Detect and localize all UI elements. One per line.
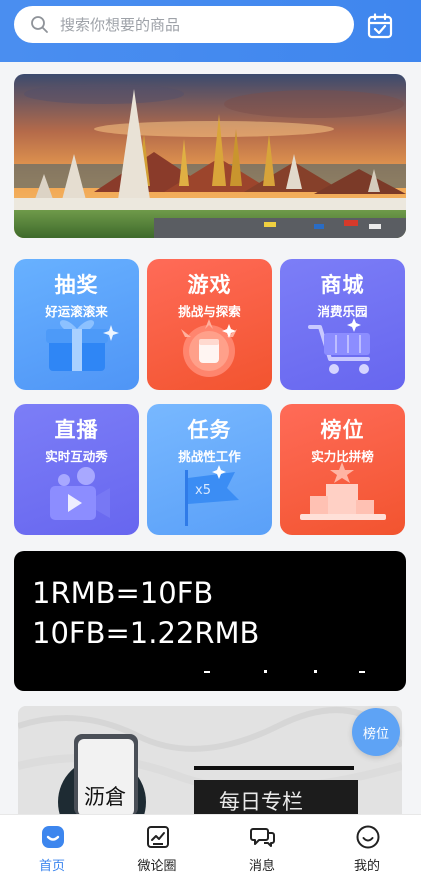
chat-bubbles-icon	[250, 828, 275, 847]
bottom-nav: 首页 微论圈 消息 我的	[0, 814, 421, 873]
tile-subtitle: 实力比拼榜	[311, 449, 374, 464]
tile-ranking[interactable]: 榜位 实力比拼榜	[280, 404, 405, 535]
column-title: 每日专栏	[219, 790, 303, 814]
tile-subtitle: 消费乐园	[317, 304, 368, 319]
tile-title: 抽奖	[54, 273, 99, 297]
top-bar: 搜索你想要的商品	[0, 0, 421, 62]
banner-image[interactable]	[14, 74, 406, 238]
home-icon	[42, 826, 64, 848]
tile-title: 任务	[187, 418, 232, 442]
app-screen: 搜索你想要的商品 抽奖 好运滚滚来 游戏 挑战与探索 商城 消费乐园 直播 实时…	[0, 0, 421, 873]
nav-label: 首页	[38, 859, 65, 873]
rate-line-2: 10FB=1.22RMB	[32, 616, 260, 650]
tile-mall[interactable]: 商城 消费乐园	[280, 259, 405, 390]
tile-title: 商城	[320, 273, 365, 297]
nav-label: 消息	[248, 859, 275, 873]
tile-live[interactable]: 直播 实时互动秀	[14, 404, 139, 535]
marquee-fragment	[204, 670, 365, 673]
exchange-rate-panel[interactable]: 1RMB=10FB 10FB=1.22RMB	[14, 551, 406, 691]
column-logo: 沥倉	[84, 785, 126, 809]
tile-subtitle: 挑战性工作	[178, 449, 241, 464]
calendar-check-icon[interactable]	[366, 12, 394, 40]
tile-subtitle: 实时互动秀	[45, 449, 108, 464]
daily-column-card[interactable]: 沥倉 每日专栏	[18, 706, 402, 816]
tile-lottery[interactable]: 抽奖 好运滚滚来	[14, 259, 139, 390]
temple-photo	[14, 74, 406, 238]
nav-messages[interactable]: 消息	[222, 815, 302, 873]
tile-subtitle: 挑战与探索	[178, 304, 241, 319]
search-placeholder: 搜索你想要的商品	[60, 16, 181, 34]
nav-label: 微论圈	[137, 859, 177, 873]
tile-task[interactable]: x5 任务 挑战性工作	[147, 404, 272, 535]
nav-label: 我的	[353, 859, 380, 873]
nav-home[interactable]: 首页	[12, 815, 92, 873]
ranking-float-button[interactable]: 榜位	[352, 708, 400, 756]
nav-profile[interactable]: 我的	[327, 815, 407, 873]
tile-title: 直播	[54, 418, 99, 442]
search-icon	[31, 15, 48, 33]
tile-title: 榜位	[320, 418, 365, 442]
column-cover-image: 沥倉 每日专栏	[18, 706, 402, 816]
tile-subtitle: 好运滚滚来	[45, 304, 108, 319]
flag-multiplier: x5	[195, 483, 211, 498]
chart-board-icon	[147, 826, 169, 848]
rate-line-1: 1RMB=10FB	[32, 576, 214, 610]
tile-game[interactable]: 游戏 挑战与探索	[147, 259, 272, 390]
nav-forum[interactable]: 微论圈	[117, 815, 197, 873]
smiley-icon	[356, 825, 380, 849]
tile-title: 游戏	[187, 273, 232, 297]
search-input[interactable]: 搜索你想要的商品	[14, 6, 354, 43]
